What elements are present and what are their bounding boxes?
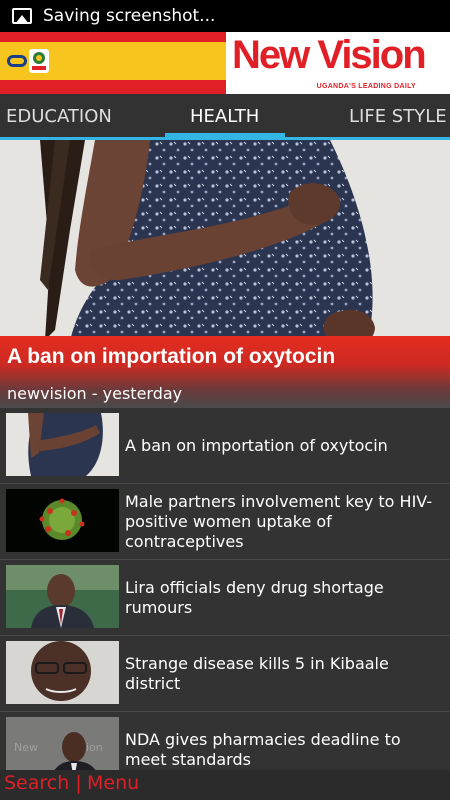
tab-life-style[interactable]: LIFE STYLE [349, 106, 447, 127]
article-thumbnail [6, 489, 119, 552]
sponsor-banner[interactable] [0, 42, 226, 80]
bottom-bar: Search | Menu [0, 770, 450, 800]
list-item[interactable]: A ban on importation of oxytocin [0, 408, 450, 484]
svg-text:ion: ion [86, 741, 103, 754]
list-item[interactable]: Male partners involvement key to HIV-pos… [0, 484, 450, 560]
active-tab-indicator [165, 133, 285, 137]
article-list: A ban on importation of oxytocin Male pa… [0, 408, 450, 770]
article-thumbnail [6, 565, 119, 628]
sponsor-logo-icon [7, 49, 49, 73]
app-header: New Vision UGANDA'S LEADING DAILY [0, 32, 450, 94]
featured-title: A ban on importation of oxytocin [7, 345, 336, 368]
list-item[interactable]: Lira officials deny drug shortage rumour… [0, 560, 450, 636]
image-notification-icon [12, 8, 32, 24]
tab-health[interactable]: HEALTH [190, 106, 259, 127]
article-title: NDA gives pharmacies deadline to meet st… [125, 730, 401, 769]
article-title: Lira officials deny drug shortage rumour… [125, 578, 384, 617]
article-thumbnail: New ion [6, 717, 119, 770]
status-text: Saving screenshot... [43, 6, 216, 26]
category-tabs: EDUCATION HEALTH LIFE STYLE [0, 94, 450, 140]
article-title: Male partners involvement key to HIV-pos… [125, 492, 433, 551]
status-bar: Saving screenshot... [0, 0, 450, 32]
list-item[interactable]: Strange disease kills 5 in Kibaale distr… [0, 636, 450, 712]
search-link[interactable]: Search | [4, 772, 82, 794]
brand-name: New Vision [232, 33, 427, 77]
brand-tagline: UGANDA'S LEADING DAILY [316, 83, 416, 90]
article-thumbnail [6, 413, 119, 476]
list-item[interactable]: New ion NDA gives pharmacies deadline to… [0, 712, 450, 770]
article-title: Strange disease kills 5 in Kibaale distr… [125, 654, 389, 693]
tab-education[interactable]: EDUCATION [6, 106, 112, 127]
svg-text:New: New [14, 741, 38, 754]
brand-logo: New Vision UGANDA'S LEADING DAILY [226, 32, 450, 94]
article-title: A ban on importation of oxytocin [125, 436, 388, 455]
article-thumbnail [6, 641, 119, 704]
menu-link[interactable]: Menu [87, 772, 139, 794]
featured-meta: newvision - yesterday [7, 384, 183, 403]
featured-story[interactable]: A ban on importation of oxytocin newvisi… [0, 140, 450, 408]
